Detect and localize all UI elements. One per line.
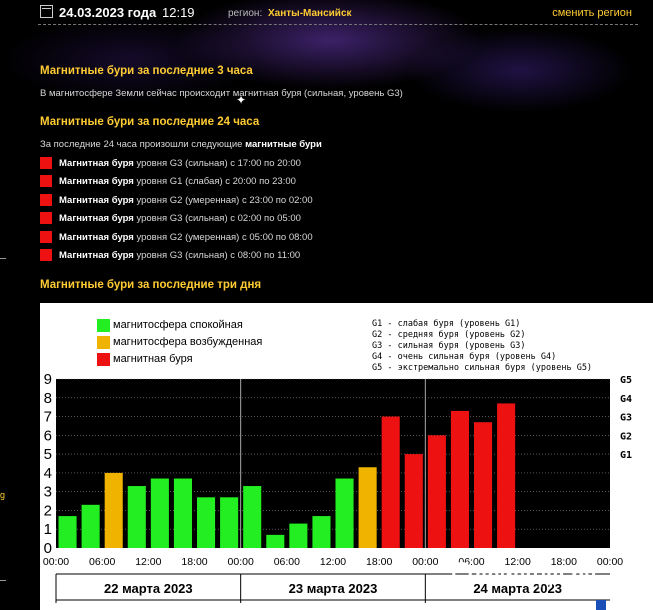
storm-detail: уровня G1 (слабая) с 20:00 по 23:00 (136, 176, 296, 188)
x-tick-label: 00:00 (228, 556, 254, 568)
g-level-tick: G2 (620, 431, 632, 442)
storm-detail: уровня G2 (умеренная) с 05:00 по 08:00 (136, 231, 313, 243)
storm-marker-icon (40, 249, 52, 261)
storm-text: Магнитная буря уровня G3 (сильная) с 17:… (59, 158, 301, 169)
kp-bar (243, 486, 262, 548)
kp-bar (289, 523, 308, 548)
region-value: Ханты-Мансийск (268, 8, 352, 19)
corner-badge (596, 600, 606, 610)
y-tick-label: 4 (44, 465, 52, 482)
calendar-icon (40, 5, 53, 18)
kp-bar (150, 478, 169, 548)
kp-bar (474, 422, 493, 548)
storm-text: Магнитная буря уровня G3 (сильная) с 08:… (59, 250, 300, 261)
side-divider (0, 580, 6, 581)
y-tick-label: 7 (44, 409, 52, 426)
storm-marker-icon (40, 230, 52, 243)
day-label: 22 марта 2023 (104, 581, 193, 596)
x-tick-label: 06:00 (89, 556, 115, 568)
x-tick-label: 18:00 (366, 556, 392, 568)
storm-label: Магнитная буря (59, 194, 134, 206)
kp-bar (173, 478, 192, 548)
day-label: 23 марта 2023 (289, 581, 378, 596)
x-tick-label: 06:00 (274, 556, 300, 568)
kp-bar (58, 516, 77, 548)
storm-text: Магнитная буря уровня G3 (сильная) с 02:… (59, 213, 301, 224)
current-time: 12:19 (162, 5, 195, 20)
y-tick-label: 6 (44, 427, 52, 444)
kp-bar (450, 410, 469, 548)
section-3d-title: Магнитные бури за последние три дня (40, 279, 262, 291)
kp-bar (335, 478, 354, 548)
kp-bar (266, 534, 285, 548)
kp-bar (358, 467, 377, 548)
kp-bar (197, 497, 216, 548)
y-tick-label: 1 (44, 521, 52, 538)
section-3h-title: Магнитные бури за последние 3 часа (40, 65, 253, 77)
watermark-logo: асиенда.ру (452, 562, 596, 589)
storm-marker-icon (40, 193, 52, 206)
side-divider (0, 258, 6, 259)
kp-bar (127, 486, 146, 548)
kp-bar (381, 416, 400, 548)
y-tick-label: 3 (44, 484, 52, 501)
storm-label: Магнитная буря (59, 158, 134, 169)
x-tick-label: 00:00 (597, 556, 623, 568)
storm-detail: уровня G3 (сильная) с 08:00 по 11:00 (136, 250, 301, 261)
storm-marker-icon (40, 212, 52, 225)
storm-text: Магнитная буря уровня G2 (умеренная) с 2… (59, 195, 313, 206)
g-level-tick: G5 (620, 375, 632, 386)
g-level-tick: G1 (620, 450, 632, 461)
y-tick-label: 8 (44, 390, 52, 407)
g-level-tick: G4 (620, 394, 632, 405)
current-date: 24.03.2023 года (40, 5, 156, 20)
x-tick-label: 12:00 (320, 556, 346, 568)
kp-bar (497, 403, 516, 548)
section-3h-text: В магнитосфере Земли сейчас происходит м… (40, 88, 403, 99)
section-24h-title: Магнитные бури за последние 24 часа (40, 116, 260, 128)
y-tick-label: 0 (44, 540, 52, 557)
kp-bar (312, 516, 331, 548)
storm-label: Магнитная буря (59, 213, 134, 225)
storm-label: Магнитная буря (59, 176, 134, 188)
storm-label: Магнитная буря (59, 250, 134, 261)
x-tick-label: 12:00 (135, 556, 161, 568)
storm-text: Магнитная буря уровня G1 (слабая) с 20:0… (59, 176, 296, 187)
storm-marker-icon (40, 157, 52, 169)
y-tick-label: 9 (44, 371, 52, 388)
x-tick-label: 18:00 (181, 556, 207, 568)
storm-label: Магнитная буря (59, 231, 134, 243)
storm-detail: уровня G3 (сильная) с 02:00 по 05:00 (136, 213, 301, 225)
region-label: регион: (228, 8, 263, 19)
kp-bar (220, 497, 239, 548)
storm-marker-icon (40, 175, 52, 188)
x-tick-label: 00:00 (43, 556, 69, 568)
section-24h-intro: За последние 24 часа произошли следующие… (40, 139, 322, 150)
kp-bar (81, 504, 100, 548)
date-text: 24.03.2023 года (59, 5, 157, 20)
kp-bar (404, 454, 423, 548)
x-tick-label: 00:00 (412, 556, 438, 568)
side-link[interactable]: g (0, 490, 5, 500)
storm-detail: уровня G3 (сильная) с 17:00 по 20:00 (136, 158, 301, 169)
logo-icon (452, 562, 472, 582)
top-bar: 24.03.2023 года 12:19 регион: Ханты-Манс… (38, 0, 638, 25)
kp-bar (104, 472, 123, 548)
y-tick-label: 2 (44, 502, 52, 519)
kp-bar (427, 435, 446, 548)
change-region-link[interactable]: сменить регион (552, 7, 632, 19)
y-tick-label: 5 (44, 446, 52, 463)
storm-text: Магнитная буря уровня G2 (умеренная) с 0… (59, 232, 313, 243)
g-level-tick: G3 (620, 413, 632, 424)
storm-detail: уровня G2 (умеренная) с 23:00 по 02:00 (136, 194, 313, 206)
